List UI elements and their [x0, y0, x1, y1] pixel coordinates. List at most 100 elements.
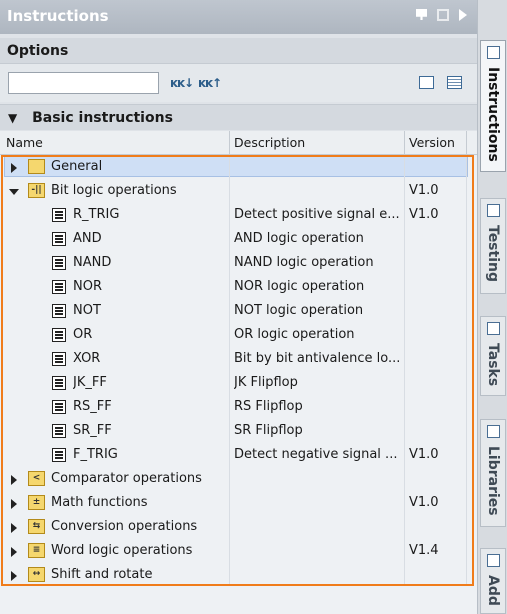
tree-folder-row[interactable]: -|| Bit logic operations V1.0 — [0, 179, 477, 203]
tab-label: Testing — [485, 225, 501, 282]
row-version: V1.0 — [409, 183, 439, 198]
tab-tasks[interactable]: Tasks — [480, 316, 506, 396]
row-name: Shift and rotate — [51, 567, 153, 582]
basic-instructions-header[interactable]: ▼ Basic instructions — [0, 104, 477, 130]
chevron-down-icon: ▼ — [8, 111, 18, 125]
tree-folder-row[interactable]: ⇆ Conversion operations — [0, 515, 477, 539]
row-name: Conversion operations — [51, 519, 198, 534]
tree-instruction-row[interactable]: NAND NAND logic operation — [0, 251, 477, 275]
row-version: V1.4 — [409, 543, 439, 558]
tab-testing[interactable]: Testing — [480, 198, 506, 294]
basic-instructions-title: Basic instructions — [32, 110, 173, 126]
row-version: V1.0 — [409, 207, 439, 222]
expand-right-icon[interactable] — [11, 571, 17, 581]
instruction-block-icon — [52, 256, 66, 270]
tree-instruction-row[interactable]: OR OR logic operation — [0, 323, 477, 347]
options-header[interactable]: Options — [0, 38, 477, 64]
tab-add[interactable]: Add — [480, 548, 506, 614]
row-description: RS Flipflop — [234, 399, 303, 414]
row-name: Bit logic operations — [51, 183, 177, 198]
column-description[interactable]: Description — [234, 135, 305, 150]
row-name: Word logic operations — [51, 543, 193, 558]
tree-instruction-row[interactable]: R_TRIG Detect positive signal e... V1.0 — [0, 203, 477, 227]
instruction-block-icon — [52, 280, 66, 294]
folder-icon: ≡ — [28, 543, 45, 558]
instruction-tree: General -|| Bit logic operations V1.0 R_TRIG… — [0, 155, 477, 614]
expand-right-icon[interactable] — [11, 547, 17, 557]
tree-instruction-row[interactable]: F_TRIG Detect negative signal ... V1.0 — [0, 443, 477, 467]
options-toolbar: ĸĸ↓ ĸĸ↑ — [0, 64, 477, 102]
tree-folder-row[interactable]: ± Math functions V1.0 — [0, 491, 477, 515]
pin-icon[interactable] — [416, 9, 427, 20]
tab-instructions[interactable]: Instructions — [480, 40, 506, 172]
column-name[interactable]: Name — [6, 135, 43, 150]
instruction-block-icon — [52, 232, 66, 246]
tree-instruction-row[interactable]: XOR Bit by bit antivalence lo... — [0, 347, 477, 371]
row-version: V1.0 — [409, 495, 439, 510]
search-up-icon[interactable]: ĸĸ↑ — [198, 76, 222, 90]
expand-right-icon[interactable] — [11, 499, 17, 509]
row-name: Comparator operations — [51, 471, 202, 486]
tree-instruction-row[interactable]: NOT NOT logic operation — [0, 299, 477, 323]
row-name: OR — [73, 327, 93, 342]
row-description: AND logic operation — [234, 231, 364, 246]
folder-icon — [28, 159, 45, 174]
tab-label: Tasks — [485, 343, 501, 387]
row-name: NOT — [73, 303, 101, 318]
expand-right-icon[interactable] — [11, 475, 17, 485]
row-name: XOR — [73, 351, 101, 366]
tab-label: Add — [485, 575, 501, 606]
column-version[interactable]: Version — [409, 135, 455, 150]
row-description: OR logic operation — [234, 327, 355, 342]
window-title: Instructions — [7, 7, 109, 25]
row-description: Detect positive signal e... — [234, 207, 400, 222]
instruction-block-icon — [52, 424, 66, 438]
row-version: V1.0 — [409, 447, 439, 462]
row-description: Bit by bit antivalence lo... — [234, 351, 401, 366]
row-name: Math functions — [51, 495, 148, 510]
instruction-block-icon — [52, 352, 66, 366]
collapse-panel-icon[interactable] — [459, 9, 467, 21]
instruction-block-icon — [52, 448, 66, 462]
column-header-row: Name Description Version — [0, 131, 477, 155]
expand-right-icon[interactable] — [11, 523, 17, 533]
tree-folder-row[interactable]: ↔ Shift and rotate — [0, 563, 477, 587]
row-description: NOT logic operation — [234, 303, 364, 318]
instruction-block-icon — [52, 400, 66, 414]
tab-label: Instructions — [485, 67, 501, 162]
add-icon — [487, 554, 500, 567]
task-card-sidebar: Instructions Testing Tasks Libraries Add — [477, 0, 507, 614]
row-name: NOR — [73, 279, 102, 294]
tab-libraries[interactable]: Libraries — [480, 419, 506, 527]
tree-instruction-row[interactable]: RS_FF RS Flipflop — [0, 395, 477, 419]
window-title-bar: Instructions — [0, 0, 477, 34]
instruction-block-icon — [52, 208, 66, 222]
folder-icon: ↔ — [28, 567, 45, 582]
row-description: NAND logic operation — [234, 255, 374, 270]
row-description: NOR logic operation — [234, 279, 365, 294]
instruction-block-icon — [52, 328, 66, 342]
tree-instruction-row[interactable]: SR_FF SR Flipflop — [0, 419, 477, 443]
restore-icon[interactable] — [437, 9, 449, 21]
list-view-icon[interactable] — [419, 76, 434, 89]
instructions-icon — [487, 46, 500, 59]
row-description: Detect negative signal ... — [234, 447, 398, 462]
tree-folder-row[interactable]: General — [0, 155, 477, 179]
testing-icon — [487, 204, 500, 217]
tree-instruction-row[interactable]: AND AND logic operation — [0, 227, 477, 251]
detail-view-icon[interactable] — [447, 76, 462, 89]
search-down-icon[interactable]: ĸĸ↓ — [170, 76, 194, 90]
tree-folder-row[interactable]: ≡ Word logic operations V1.4 — [0, 539, 477, 563]
search-input[interactable] — [8, 72, 159, 94]
tree-instruction-row[interactable]: NOR NOR logic operation — [0, 275, 477, 299]
row-name: JK_FF — [73, 375, 107, 390]
tree-folder-row[interactable]: < Comparator operations — [0, 467, 477, 491]
libraries-icon — [487, 425, 500, 438]
row-description: SR Flipflop — [234, 423, 303, 438]
instruction-block-icon — [52, 376, 66, 390]
row-description: JK Flipflop — [234, 375, 298, 390]
tree-instruction-row[interactable]: JK_FF JK Flipflop — [0, 371, 477, 395]
expand-down-icon[interactable] — [9, 189, 19, 195]
row-name: General — [51, 159, 103, 174]
expand-right-icon[interactable] — [11, 163, 17, 173]
